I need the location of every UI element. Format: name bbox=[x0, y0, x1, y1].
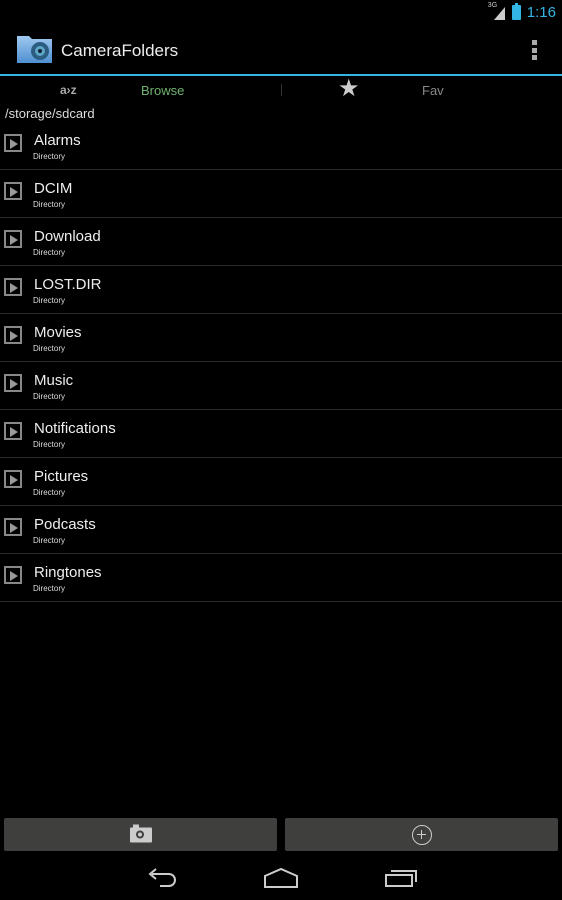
entry-type: Directory bbox=[33, 200, 66, 209]
entry-name: Podcasts bbox=[34, 516, 96, 533]
entry-type: Directory bbox=[33, 248, 66, 257]
entry-type: Directory bbox=[33, 392, 66, 401]
play-icon[interactable] bbox=[4, 422, 22, 440]
entry-name: Movies bbox=[34, 324, 82, 341]
list-item[interactable]: Podcasts Directory bbox=[0, 506, 562, 554]
clock: 1:16 bbox=[526, 3, 556, 21]
recents-icon[interactable] bbox=[384, 866, 420, 890]
network-type: 3G bbox=[487, 2, 498, 9]
entry-name: Download bbox=[34, 228, 101, 245]
list-item[interactable]: DCIM Directory bbox=[0, 170, 562, 218]
entry-type: Directory bbox=[33, 488, 66, 497]
entry-name: Notifications bbox=[34, 420, 116, 437]
play-icon[interactable] bbox=[4, 230, 22, 248]
app-folder-camera-icon[interactable] bbox=[16, 32, 54, 64]
home-icon[interactable] bbox=[263, 866, 299, 890]
add-button[interactable] bbox=[285, 818, 558, 851]
entry-type: Directory bbox=[33, 584, 66, 593]
entry-name: Music bbox=[34, 372, 74, 389]
play-icon[interactable] bbox=[4, 326, 22, 344]
play-icon[interactable] bbox=[4, 566, 22, 584]
signal-icon: 3G bbox=[487, 2, 506, 20]
status-bar: 3G 1:16 bbox=[0, 0, 562, 24]
star-icon[interactable]: ★ bbox=[338, 77, 360, 101]
add-circle-icon bbox=[411, 824, 432, 845]
entry-type: Directory bbox=[33, 344, 66, 353]
play-icon[interactable] bbox=[4, 518, 22, 536]
battery-icon bbox=[511, 2, 521, 20]
list-item[interactable]: Movies Directory bbox=[0, 314, 562, 362]
tab-bar: a›z Browse ★ Fav bbox=[0, 76, 562, 104]
entry-type: Directory bbox=[33, 296, 66, 305]
entry-name: LOST.DIR bbox=[34, 276, 102, 293]
list-item[interactable]: Ringtones Directory bbox=[0, 554, 562, 602]
app-title: CameraFolders bbox=[61, 41, 179, 60]
entry-name: Alarms bbox=[34, 132, 81, 149]
list-item[interactable]: LOST.DIR Directory bbox=[0, 266, 562, 314]
file-list: Alarms Directory DCIM Directory Download Dire… bbox=[0, 122, 562, 602]
play-icon[interactable] bbox=[4, 134, 22, 152]
entry-type: Directory bbox=[33, 440, 66, 449]
entry-name: DCIM bbox=[34, 180, 73, 197]
entry-name: Pictures bbox=[34, 468, 89, 485]
entry-type: Directory bbox=[33, 536, 66, 545]
action-bar: CameraFolders bbox=[0, 24, 562, 76]
tab-divider bbox=[281, 84, 282, 96]
list-item[interactable]: Music Directory bbox=[0, 362, 562, 410]
list-item[interactable]: Notifications Directory bbox=[0, 410, 562, 458]
sort-az-button[interactable]: a›z bbox=[60, 83, 77, 97]
current-path: /storage/sdcard bbox=[5, 106, 95, 121]
camera-icon bbox=[129, 824, 152, 842]
play-icon[interactable] bbox=[4, 278, 22, 296]
entry-name: Ringtones bbox=[34, 564, 102, 581]
list-item[interactable]: Pictures Directory bbox=[0, 458, 562, 506]
play-icon[interactable] bbox=[4, 374, 22, 392]
list-item[interactable]: Download Directory bbox=[0, 218, 562, 266]
navigation-bar bbox=[0, 856, 562, 900]
play-icon[interactable] bbox=[4, 470, 22, 488]
list-item[interactable]: Alarms Directory bbox=[0, 122, 562, 170]
tab-browse[interactable]: Browse bbox=[141, 83, 184, 98]
camera-button[interactable] bbox=[4, 818, 277, 851]
overflow-menu-icon[interactable] bbox=[532, 40, 538, 60]
entry-type: Directory bbox=[33, 152, 66, 161]
back-icon[interactable] bbox=[145, 866, 179, 890]
play-icon[interactable] bbox=[4, 182, 22, 200]
tab-fav[interactable]: Fav bbox=[422, 83, 444, 98]
